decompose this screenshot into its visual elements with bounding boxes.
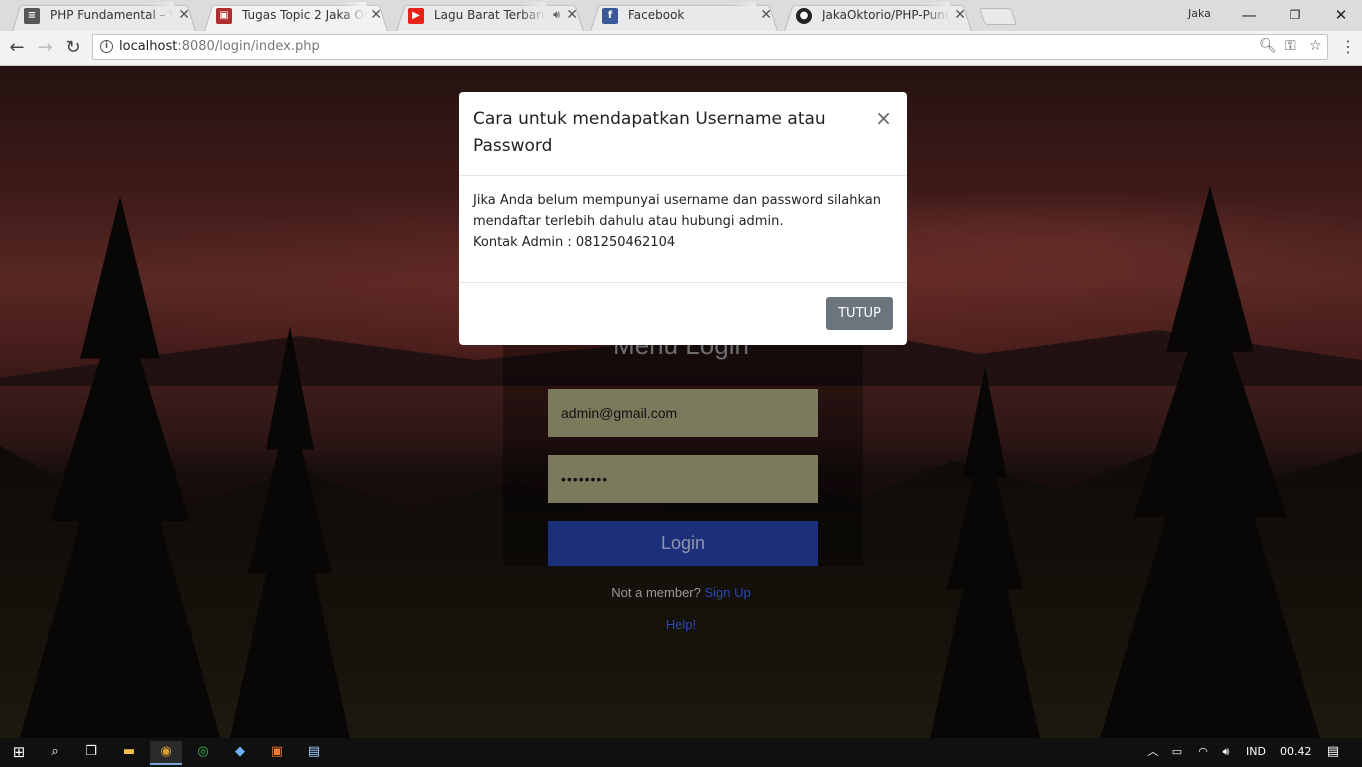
bookmark-star-icon[interactable]: ☆ [1309,38,1322,54]
speaker-icon[interactable]: 🔊︎ [553,2,560,28]
url-path: :8080/login/index.php [177,39,320,54]
back-arrow-icon[interactable]: ← [5,36,29,60]
chrome-icon[interactable]: ◉ [150,741,182,765]
clock[interactable]: 00.42 [1280,745,1312,758]
close-tab-icon[interactable]: ✕ [954,2,966,28]
member-prompt: Not a member? Sign Up [0,585,1362,600]
tab-tugas-topic[interactable]: ▣ Tugas Topic 2 Jaka Oktor ✕ [198,2,394,31]
chrome-menu-icon[interactable]: ⋮ [1340,37,1356,57]
task-view-icon[interactable]: ❐ [80,741,102,763]
login-button[interactable]: Login [548,521,818,566]
address-bar[interactable]: i localhost:8080/login/index.php 🔍︎ ⚿ ☆ [92,34,1328,60]
tab-strip: ≡ PHP Fundamental – Vect ✕ ▣ Tugas Topic… [0,0,1362,32]
tab-title: Tugas Topic 2 Jaka Oktor [242,2,366,28]
file-explorer-icon[interactable]: ▬ [118,741,140,763]
restore-icon[interactable]: ❐ [1272,4,1318,26]
windows-taskbar: ⊞ ⌕ ❐ ▬ ◉ ◎ ◆ ▣ ▤ ︿ ▭ ◠ 🔊︎ IND 00.42 ▤ [0,738,1362,767]
reload-icon[interactable]: ↻ [61,36,85,60]
battery-icon[interactable]: ▭ [1166,741,1188,763]
notification-icon[interactable]: ▤ [1322,741,1344,763]
php-icon: ≡ [24,8,40,24]
language-indicator[interactable]: IND [1246,745,1266,758]
windows-start-icon[interactable]: ⊞ [8,741,30,763]
admin-contact: Kontak Admin : 081250462104 [473,235,676,250]
wifi-icon[interactable]: ◠ [1192,741,1214,763]
password-field[interactable]: •••••••• [548,455,818,503]
minimize-icon[interactable]: — [1226,4,1272,26]
volume-icon[interactable]: 🔊︎ [1215,741,1237,763]
close-tab-icon[interactable]: ✕ [760,2,772,28]
youtube-icon: ▶ [408,8,424,24]
close-tab-icon[interactable]: ✕ [566,2,578,28]
email-field[interactable]: admin@gmail.com [548,389,818,437]
virtualbox-icon[interactable]: ◆ [229,741,251,763]
tab-title: JakaOktorio/PHP-Pundar [822,2,950,28]
url-text: localhost:8080/login/index.php [119,39,320,54]
browser-toolbar: ← → ↻ i localhost:8080/login/index.php 🔍… [0,31,1362,66]
key-icon[interactable]: ⚿ [1285,38,1296,54]
forward-arrow-icon[interactable]: → [33,36,57,60]
signup-link[interactable]: Sign Up [704,585,750,600]
zoom-icon[interactable]: 🔍︎ [1259,38,1277,54]
xampp-icon[interactable]: ▣ [266,741,288,763]
help-link[interactable]: Help! [0,617,1362,632]
tab-facebook[interactable]: f Facebook ✕ [584,2,784,31]
new-tab-button[interactable] [978,8,1018,25]
modal-header: Cara untuk mendapatkan Username atau Pas… [459,92,907,176]
github-icon: ● [796,8,812,24]
tray-expand-icon[interactable]: ︿ [1142,741,1164,763]
url-host: localhost [119,39,178,54]
tab-php-fundamental[interactable]: ≡ PHP Fundamental – Vect ✕ [6,2,202,31]
modal-body-text: Jika Anda belum mempunyai username dan p… [473,193,881,229]
modal-body: Jika Anda belum mempunyai username dan p… [473,190,883,253]
facebook-icon: f [602,8,618,24]
close-tab-icon[interactable]: ✕ [178,2,190,28]
search-icon[interactable]: ⌕ [44,741,66,763]
tab-title: Lagu Barat Terbaru 20 [434,2,546,28]
close-tab-icon[interactable]: ✕ [370,2,382,28]
close-icon[interactable]: × [875,108,892,128]
tab-title: Facebook [628,2,756,28]
project-icon: ▣ [216,8,232,24]
member-text: Not a member? [611,585,701,600]
notepad-icon[interactable]: ▤ [303,741,325,763]
modal-title: Cara untuk mendapatkan Username atau Pas… [473,109,826,156]
tab-lagu-barat[interactable]: ▶ Lagu Barat Terbaru 20 🔊︎ ✕ [390,2,590,31]
whatsapp-icon[interactable]: ◎ [192,741,214,763]
close-window-icon[interactable]: ✕ [1318,4,1362,26]
profile-name[interactable]: Jaka [1188,7,1211,20]
tab-title: PHP Fundamental – Vect [50,2,174,28]
help-modal: Cara untuk mendapatkan Username atau Pas… [459,92,907,345]
tutup-button[interactable]: TUTUP [826,297,893,330]
site-info-icon[interactable]: i [100,40,113,53]
tab-github[interactable]: ● JakaOktorio/PHP-Pundar ✕ [778,2,978,31]
